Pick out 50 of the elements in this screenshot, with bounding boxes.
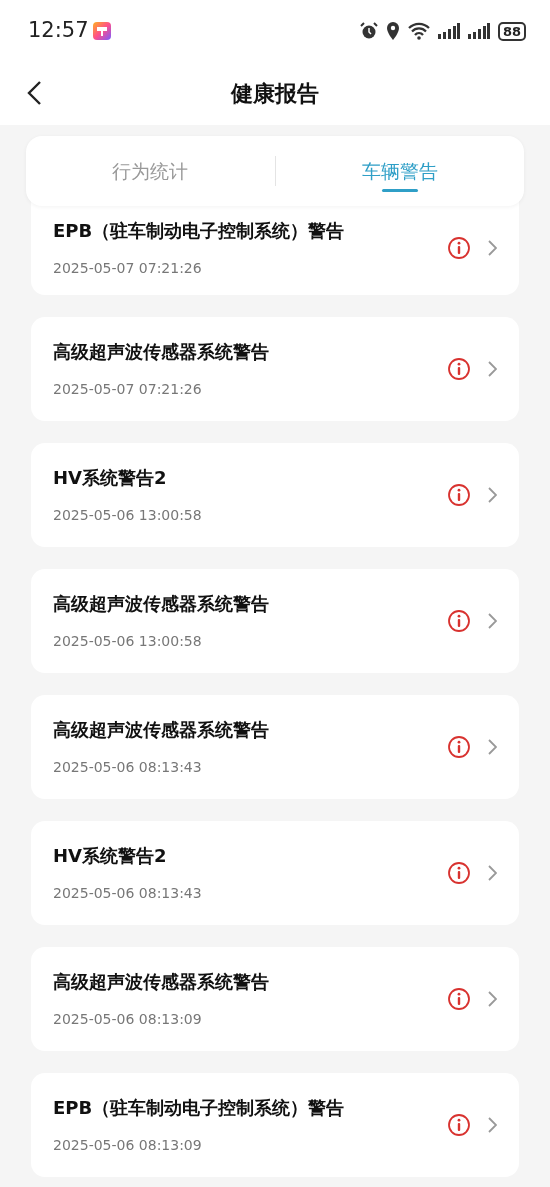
- chevron-icon: [487, 612, 497, 630]
- warning-title: EPB（驻车制动电子控制系统）警告: [53, 1096, 346, 1120]
- chevron-icon: [487, 486, 497, 504]
- warning-title: 高级超声波传感器系统警告: [53, 970, 270, 994]
- back-icon: [26, 80, 42, 106]
- wifi-icon: [407, 22, 430, 40]
- chevron-icon: [487, 990, 497, 1008]
- info-icon: [447, 735, 471, 759]
- info-icon: [447, 861, 471, 885]
- warning-card[interactable]: EPB（驻车制动电子控制系统）警告 2025-05-06 08:13:09: [31, 1073, 519, 1177]
- clock-time: 12:57: [28, 17, 89, 45]
- signal-icon: [437, 23, 460, 39]
- warning-card[interactable]: 高级超声波传感器系统警告 2025-05-06 08:13:43: [31, 695, 519, 799]
- chevron-icon: [487, 1116, 497, 1134]
- warning-title: HV系统警告2: [53, 466, 168, 490]
- warning-card[interactable]: 高级超声波传感器系统警告 2025-05-06 08:13:09: [31, 947, 519, 1051]
- warning-time: 2025-05-06 08:13:43: [53, 884, 203, 903]
- warning-card[interactable]: 高级超声波传感器系统警告 2025-05-07 07:21:26: [31, 317, 519, 421]
- chevron-icon: [487, 238, 497, 257]
- warning-time: 2025-05-06 08:13:43: [53, 758, 203, 777]
- info-icon: [447, 235, 471, 260]
- warning-time: 2025-05-06 13:00:58: [53, 506, 203, 525]
- warning-card[interactable]: HV系统警告2 2025-05-06 08:13:43: [31, 821, 519, 925]
- battery-indicator: 88: [497, 21, 526, 41]
- warning-title: 高级超声波传感器系统警告: [53, 340, 270, 364]
- warning-time: 2025-05-06 08:13:09: [53, 1010, 203, 1029]
- warning-time: 2025-05-07 07:21:26: [53, 258, 203, 278]
- page-title: 健康报告: [231, 80, 319, 108]
- warning-time: 2025-05-07 07:21:26: [53, 380, 203, 399]
- warning-title: HV系统警告2: [53, 844, 168, 868]
- info-icon: [447, 609, 471, 633]
- signal-icon: [467, 23, 490, 39]
- warning-time: 2025-05-06 08:13:09: [53, 1136, 203, 1155]
- app-icon: [92, 22, 111, 40]
- info-icon: [447, 987, 471, 1011]
- warning-title: 高级超声波传感器系统警告: [53, 718, 270, 742]
- warning-card[interactable]: 高级超声波传感器系统警告 2025-05-06 13:00:58: [31, 569, 519, 673]
- warning-time: 2025-05-06 13:00:58: [53, 632, 203, 651]
- info-icon: [447, 1113, 471, 1137]
- chevron-icon: [487, 738, 497, 756]
- warning-card[interactable]: HV系统警告2 2025-05-06 13:00:58: [31, 443, 519, 547]
- info-icon: [447, 357, 471, 381]
- info-icon: [447, 483, 471, 507]
- chevron-icon: [487, 864, 497, 882]
- warning-title: EPB（驻车制动电子控制系统）警告: [53, 218, 346, 243]
- warning-title: 高级超声波传感器系统警告: [53, 592, 270, 616]
- location-icon: [385, 22, 400, 40]
- chevron-icon: [487, 360, 497, 378]
- alarm-icon: [359, 22, 378, 40]
- warning-card[interactable]: EPB（驻车制动电子控制系统）警告 2025-05-07 07:21:26: [31, 200, 519, 295]
